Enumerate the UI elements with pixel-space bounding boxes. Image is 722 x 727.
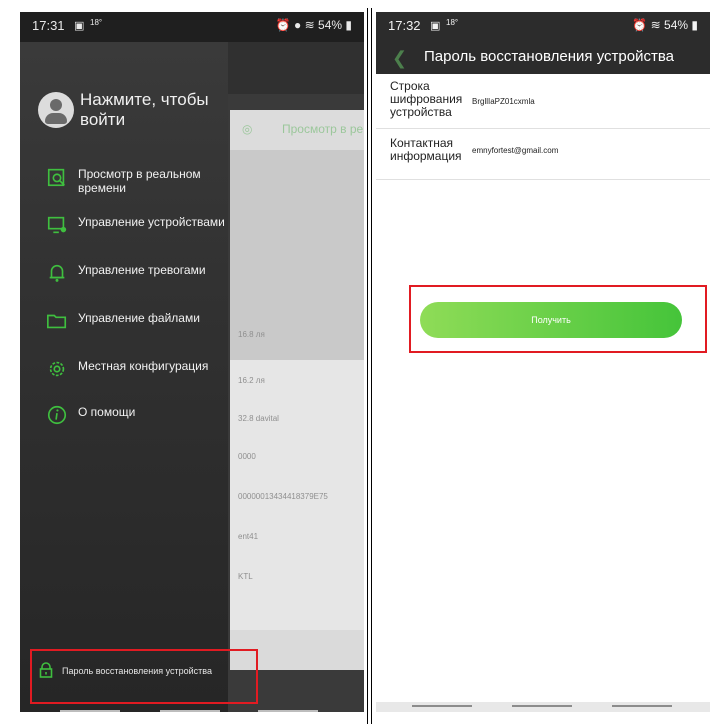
background-app-line: ent41 <box>238 532 259 541</box>
navigation-drawer: Нажмите, чтобы войти Просмотр в реальном… <box>20 42 228 712</box>
background-app-line: 16.8 ля <box>238 330 265 339</box>
contact-info-value: emnyfortest@gmail.com <box>472 146 559 155</box>
contact-info-label: Контактная информация <box>390 136 462 163</box>
background-app-circle-icon: ◎ <box>242 122 253 136</box>
status-icons: ⏰ ● ≋ 54% ▮ <box>276 18 352 32</box>
menu-item-label: Управление тревогами <box>78 263 206 277</box>
navigation-bar <box>376 702 710 712</box>
folder-icon <box>47 314 67 329</box>
alarm-icon: ⏰ <box>632 18 648 32</box>
wifi-icon: ≋ <box>304 18 315 32</box>
status-temp: 18° <box>446 18 459 27</box>
menu-item-label: Управление файлами <box>78 311 200 325</box>
menu-item-label: Местная конфигурация <box>78 359 209 373</box>
device-monitor-icon <box>47 216 67 234</box>
nav-back-button[interactable] <box>60 710 120 712</box>
background-app-line: KTL <box>238 572 253 581</box>
encryption-string-value: BrgllIaPZ01cxmla <box>472 97 535 106</box>
menu-item-label: О помощи <box>78 405 136 419</box>
gallery-icon: ▣ <box>74 20 85 32</box>
contact-info-row: Контактная информация emnyfortest@gmail.… <box>376 129 710 180</box>
camera-view-icon <box>47 168 65 187</box>
nav-recents-button[interactable] <box>258 710 318 712</box>
left-phone-screen: 17:31 ▣ 18° ⏰ ● ≋ 54% ▮ ◎ Просмотр в ре … <box>20 12 364 712</box>
background-app-card: ◎ Просмотр в ре 16.8 ля 16.2 ля 32.8 dav… <box>230 110 364 670</box>
status-icons: ⏰ ≋ 54% ▮ <box>632 18 698 32</box>
status-bar: 17:32 ▣ 18° ⏰ ≋ 54% ▮ <box>376 12 710 40</box>
background-app-header: ◎ Просмотр в ре <box>230 110 364 150</box>
page-title: Пароль восстановления устройства <box>424 48 674 65</box>
nav-back-button[interactable] <box>412 705 472 707</box>
menu-item-device-management[interactable]: Управление устройствами <box>20 208 228 248</box>
menu-item-local-config[interactable]: Местная конфигурация <box>20 352 228 392</box>
wifi-icon: ≋ <box>650 18 661 32</box>
back-arrow-icon[interactable]: ❮ <box>392 48 407 69</box>
background-app-topbar <box>228 42 364 94</box>
background-app-screen: ◎ Просмотр в ре 16.8 ля 16.2 ля 32.8 dav… <box>228 42 364 712</box>
avatar[interactable] <box>38 92 74 128</box>
status-bar: 17:31 ▣ 18° ⏰ ● ≋ 54% ▮ <box>20 12 364 42</box>
battery-icon: ▮ <box>691 18 698 32</box>
status-time: 17:32 <box>388 18 421 33</box>
menu-item-help[interactable]: О помощи <box>20 398 228 438</box>
nav-home-button[interactable] <box>160 710 220 712</box>
encryption-string-label: Строка шифрования устройства <box>390 79 463 119</box>
background-app-line: 0000 <box>238 452 256 461</box>
right-phone-screen: 17:32 ▣ 18° ⏰ ≋ 54% ▮ ❮ Пароль восстанов… <box>376 12 710 712</box>
login-prompt[interactable]: Нажмите, чтобы войти <box>80 90 230 130</box>
menu-item-alarm-management[interactable]: Управление тревогами <box>20 256 228 296</box>
alarm-icon: ⏰ <box>275 18 291 32</box>
menu-item-label: Управление устройствами <box>78 215 225 229</box>
highlight-box <box>409 285 707 353</box>
background-app-preview <box>230 150 364 360</box>
highlight-box <box>30 649 258 704</box>
battery-level: 54% <box>318 18 343 32</box>
divider <box>367 8 368 724</box>
status-time: 17:31 <box>32 18 65 33</box>
gear-icon <box>49 361 65 377</box>
background-app-line: 00000013434418379E75 <box>238 492 328 501</box>
nav-recents-button[interactable] <box>612 705 672 707</box>
encryption-string-row: Строка шифрования устройства BrgllIaPZ01… <box>376 74 710 129</box>
nav-home-button[interactable] <box>512 705 572 707</box>
battery-level: 54% <box>664 18 689 32</box>
status-temp: 18° <box>90 18 103 27</box>
menu-item-file-management[interactable]: Управление файлами <box>20 304 228 344</box>
info-icon <box>47 405 67 425</box>
battery-icon: ▮ <box>345 18 352 32</box>
title-bar: ❮ Пароль восстановления устройства <box>376 40 710 74</box>
gallery-icon: ▣ <box>430 20 441 32</box>
background-app-header-text: Просмотр в ре <box>282 122 364 136</box>
divider <box>371 8 372 724</box>
location-icon: ● <box>294 18 302 32</box>
menu-item-label: Просмотр в реальном времени <box>78 167 201 195</box>
background-app-line: 16.2 ля <box>238 376 265 385</box>
bell-icon <box>49 264 65 282</box>
menu-item-live-view[interactable]: Просмотр в реальном времени <box>20 160 228 200</box>
